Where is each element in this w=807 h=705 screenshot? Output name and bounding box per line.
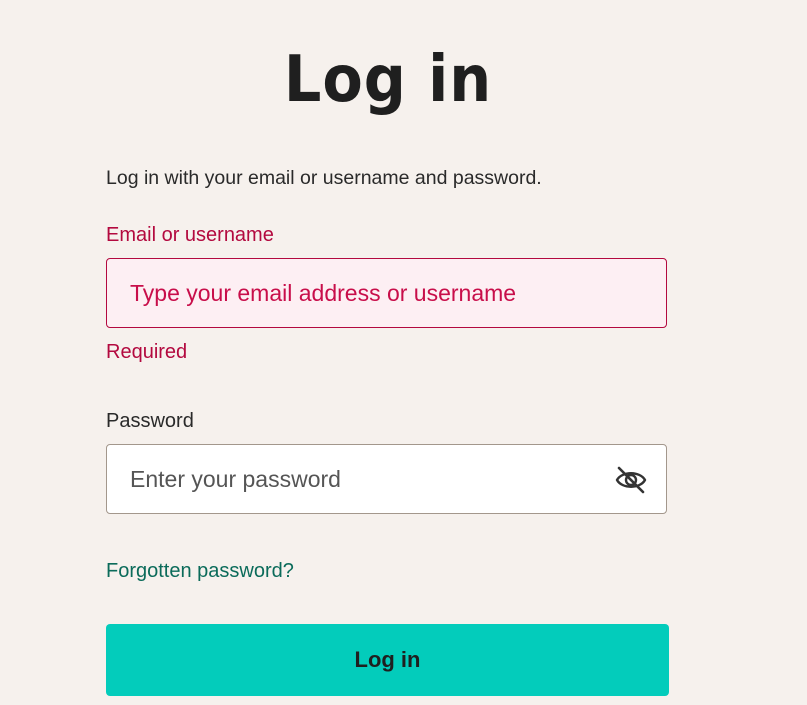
- password-input[interactable]: [107, 445, 666, 513]
- email-input[interactable]: [107, 259, 666, 327]
- login-instructions: Log in with your email or username and p…: [106, 167, 542, 189]
- forgot-password-link[interactable]: Forgotten password?: [106, 557, 294, 585]
- toggle-password-visibility-button[interactable]: [614, 465, 648, 495]
- eye-slash-icon: [615, 466, 647, 494]
- email-error-message: Required: [106, 341, 188, 363]
- email-field-container: [106, 258, 667, 328]
- login-button[interactable]: Log in: [106, 624, 669, 696]
- password-field-container: [106, 444, 667, 514]
- email-label: Email or username: [106, 224, 274, 246]
- password-label: Password: [106, 410, 194, 432]
- page-title: Log in: [283, 43, 493, 117]
